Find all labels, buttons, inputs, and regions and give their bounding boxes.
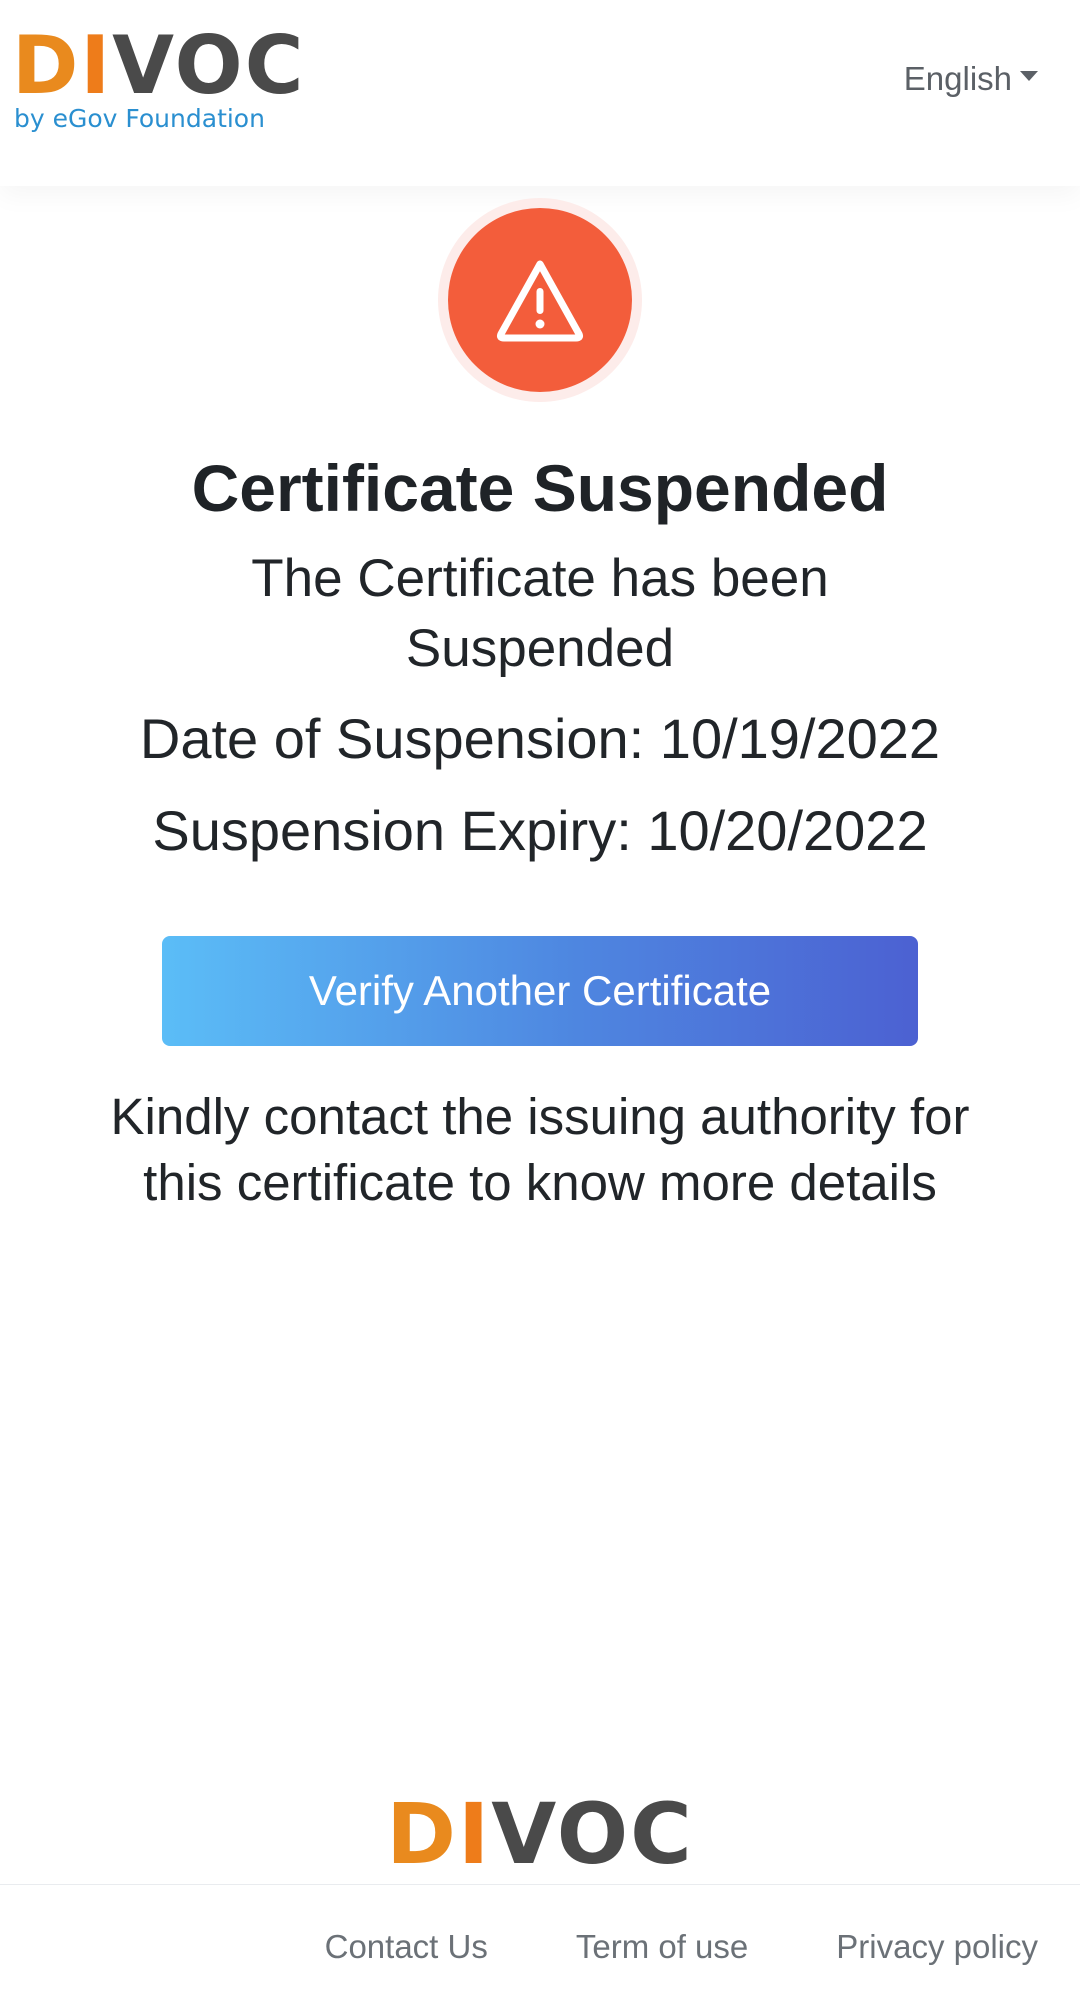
main-content: Certificate Suspended The Certificate ha… xyxy=(0,440,1080,1216)
suspension-expiry: Suspension Expiry: 10/20/2022 xyxy=(152,799,928,862)
page-title: Certificate Suspended xyxy=(191,451,889,525)
logo-subtext: by eGov Foundation xyxy=(14,104,265,133)
date-of-suspension: Date of Suspension: 10/19/2022 xyxy=(139,707,941,770)
header: DIVOC by eGov Foundation English xyxy=(0,0,1080,186)
warning-triangle-icon xyxy=(496,260,584,342)
verify-another-certificate-button[interactable]: Verify Another Certificate xyxy=(162,936,918,1046)
divoc-logo[interactable]: DIVOC by eGov Foundation xyxy=(12,19,306,134)
contact-us-link[interactable]: Contact Us xyxy=(325,1928,488,1966)
contact-note: Kindly contact the issuing authority for… xyxy=(110,1088,970,1211)
caret-down-icon xyxy=(1020,71,1038,81)
language-label: English xyxy=(903,60,1012,97)
footer-logo: DIVOC xyxy=(0,1784,1080,1884)
status-message: The Certificate has been Suspended xyxy=(251,549,829,678)
logo-wordmark: DIVOC xyxy=(12,19,306,112)
status-icon-ring xyxy=(438,198,642,402)
page: DIVOC by eGov Foundation English Certifi… xyxy=(0,0,1080,2013)
language-dropdown[interactable]: English xyxy=(904,60,1038,98)
privacy-policy-link[interactable]: Privacy policy xyxy=(836,1928,1038,1966)
footer-divider xyxy=(0,1884,1080,1885)
status-icon-circle xyxy=(448,208,632,392)
footer-links: Contact Us Term of use Privacy policy xyxy=(325,1928,1038,1966)
footer-logo-wordmark: DIVOC xyxy=(386,1785,694,1883)
term-of-use-link[interactable]: Term of use xyxy=(576,1928,748,1966)
